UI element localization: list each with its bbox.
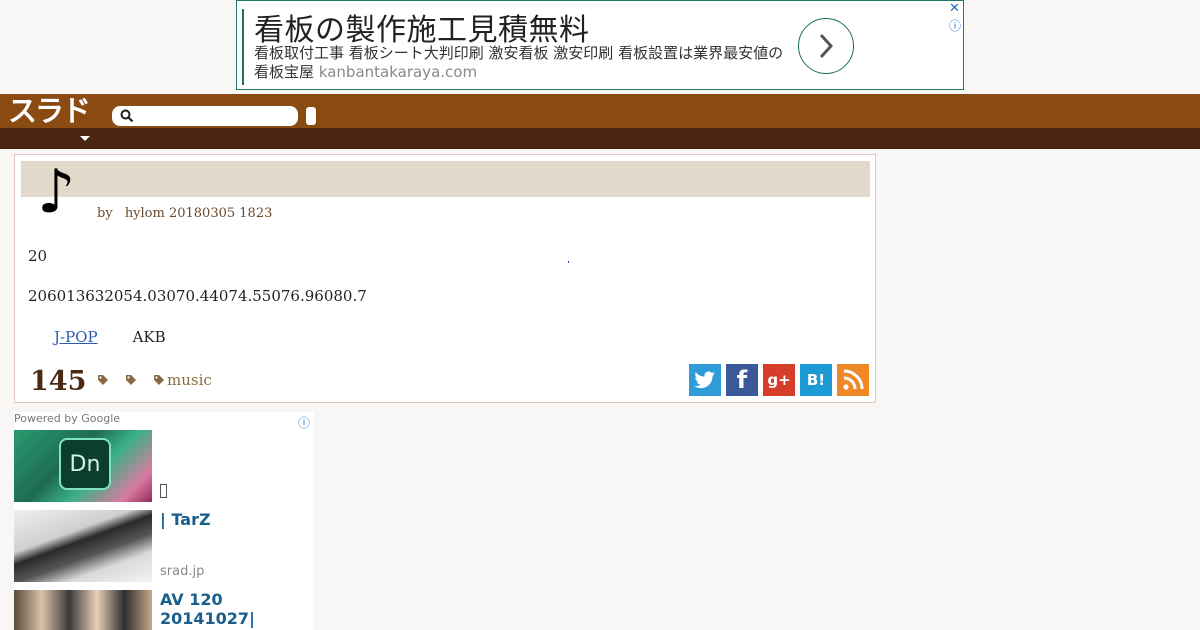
ad-accent-bar: [242, 9, 244, 85]
recommendation-thumbnail[interactable]: [14, 590, 152, 630]
tag-list: music: [97, 371, 226, 389]
widget-info-icon[interactable]: ⓘ: [298, 414, 310, 431]
tag-item[interactable]: [125, 374, 139, 386]
recommendation-title[interactable]: AV 120 20141027|: [160, 590, 300, 628]
search-box[interactable]: [112, 106, 298, 126]
tag-item[interactable]: [97, 374, 111, 386]
story-by-label: by: [97, 206, 113, 221]
story-related-line: J-POP AKB: [54, 328, 166, 346]
story-author-date: hylom 20180305 1823: [124, 206, 273, 221]
site-header: スラド: [0, 94, 1200, 128]
story-link-after: AKB: [132, 328, 166, 346]
dropdown-arrow-icon[interactable]: [80, 136, 90, 141]
story-meta: by hylom 20180305 1823: [97, 206, 272, 221]
search-icon: [120, 109, 134, 123]
powered-by-google: Powered by Google: [14, 412, 121, 425]
tag-item-music[interactable]: music: [153, 371, 212, 389]
recommendation-title[interactable]: | TarZ: [160, 510, 211, 529]
ad-description: 看板取付工事 看板シート大判印刷 激安看板 激安印刷 看板設置は業界最安値の看板…: [254, 44, 794, 82]
comment-count[interactable]: 145: [30, 366, 86, 397]
recommendation-thumbnail[interactable]: Dn: [14, 430, 152, 502]
ad-domain[interactable]: kanbantakaraya.com: [319, 63, 477, 81]
ad-info-icon[interactable]: ⓘ: [949, 17, 961, 34]
dn-app-logo: Dn: [59, 438, 111, 490]
ad-close-icon[interactable]: ✕: [949, 1, 960, 16]
sub-navigation-bar: [0, 128, 1200, 149]
tag-icon: [98, 375, 108, 385]
site-logo[interactable]: スラド: [8, 96, 91, 126]
story-link-jpop[interactable]: J-POP: [54, 328, 133, 346]
story-article: ♪ by hylom 20180305 1823 20 206013632054…: [14, 154, 876, 403]
tag-icon: [154, 375, 164, 385]
rss-icon[interactable]: [837, 364, 869, 396]
recommendation-source: srad.jp: [160, 564, 205, 579]
ad-go-button[interactable]: [798, 18, 854, 74]
music-note-topic-icon[interactable]: ♪: [37, 157, 75, 227]
twitter-icon[interactable]: [689, 364, 721, 396]
google-recommendation-widget: Powered by Google ⓘ Dn | TarZ srad.jp AV…: [14, 412, 314, 630]
search-button[interactable]: [306, 107, 316, 125]
ad-title[interactable]: 看板の製作施工見積無料: [254, 5, 590, 49]
share-buttons: f g+ B!: [689, 364, 869, 396]
facebook-icon[interactable]: f: [726, 364, 758, 396]
inline-link-dot[interactable]: [568, 261, 569, 263]
tag-icon: [126, 375, 136, 385]
hatena-bookmark-icon[interactable]: B!: [800, 364, 832, 396]
recommendation-placeholder-box[interactable]: [160, 484, 167, 498]
top-ad-banner[interactable]: 看板の製作施工見積無料 看板取付工事 看板シート大判印刷 激安看板 激安印刷 看…: [236, 0, 964, 90]
googleplus-icon[interactable]: g+: [763, 364, 795, 396]
story-paragraph-2: 206013632054.03070.44074.55076.96080.7: [28, 287, 367, 305]
chevron-right-icon: [819, 33, 834, 59]
recommendation-thumbnail[interactable]: [14, 510, 152, 582]
story-paragraph-1: 20: [28, 247, 48, 265]
tag-label: music: [167, 371, 212, 389]
story-title-bar: [21, 161, 870, 197]
